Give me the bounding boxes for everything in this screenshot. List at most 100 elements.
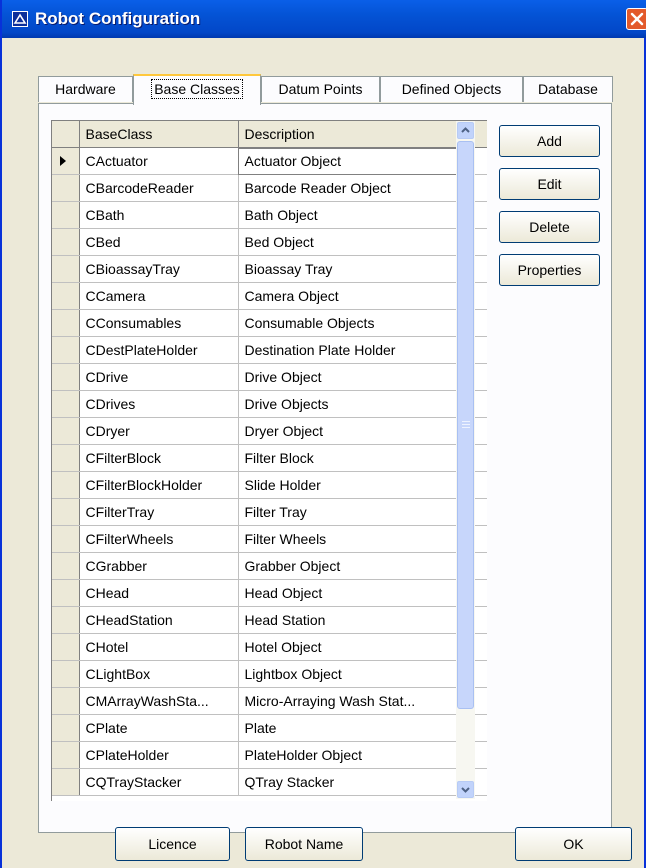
cell-baseclass[interactable]: CDryer [79,417,239,445]
table-row[interactable]: CCamera Camera Object [52,282,487,310]
row-indicator[interactable] [52,525,80,553]
cell-description[interactable]: PlateHolder Object [238,741,458,769]
cell-description[interactable]: Dryer Object [238,417,458,445]
cell-baseclass[interactable]: CFilterBlock [79,444,239,472]
cell-baseclass[interactable]: CFilterTray [79,498,239,526]
cell-description[interactable]: Bioassay Tray [238,255,458,283]
cell-description[interactable]: Hotel Object [238,633,458,661]
cell-description[interactable]: QTray Stacker [238,768,458,796]
row-indicator[interactable] [52,417,80,445]
title-bar[interactable]: Robot Configuration [2,0,646,38]
table-row[interactable]: CGrabber Grabber Object [52,552,487,580]
row-indicator[interactable] [52,390,80,418]
cell-description[interactable]: Micro-Arraying Wash Stat... [238,687,458,715]
row-indicator[interactable] [52,228,80,256]
cell-description[interactable]: Filter Block [238,444,458,472]
cell-baseclass[interactable]: CCamera [79,282,239,310]
row-indicator[interactable] [52,687,80,715]
row-indicator[interactable] [52,471,80,499]
cell-baseclass[interactable]: CFilterWheels [79,525,239,553]
cell-description[interactable]: Filter Wheels [238,525,458,553]
row-indicator[interactable] [52,201,80,229]
row-indicator[interactable] [52,606,80,634]
table-row[interactable]: CDryer Dryer Object [52,417,487,445]
cell-description[interactable]: Filter Tray [238,498,458,526]
cell-baseclass[interactable]: CHotel [79,633,239,661]
column-header-baseclass[interactable]: BaseClass [79,121,239,148]
cell-baseclass[interactable]: CDrives [79,390,239,418]
row-indicator[interactable] [52,741,80,769]
cell-baseclass[interactable]: CFilterBlockHolder [79,471,239,499]
row-indicator[interactable] [52,579,80,607]
cell-baseclass[interactable]: CBed [79,228,239,256]
table-row[interactable]: CHeadStation Head Station [52,606,487,634]
properties-button[interactable]: Properties [499,254,600,286]
row-indicator[interactable] [52,255,80,283]
cell-description[interactable]: Head Object [238,579,458,607]
scroll-up-button[interactable] [457,122,474,139]
cell-baseclass[interactable]: CPlate [79,714,239,742]
table-row[interactable]: CFilterBlock Filter Block [52,444,487,472]
column-header-description[interactable]: Description [238,121,458,148]
table-row[interactable]: CHead Head Object [52,579,487,607]
licence-button[interactable]: Licence [115,827,230,861]
grid-vertical-scrollbar[interactable] [456,121,475,799]
scroll-thumb[interactable] [457,141,474,709]
table-row[interactable]: CBioassayTray Bioassay Tray [52,255,487,283]
cell-description[interactable]: Actuator Object [238,147,458,175]
row-indicator[interactable] [52,336,80,364]
cell-description[interactable]: Plate [238,714,458,742]
tab-hardware[interactable]: Hardware [38,76,133,102]
row-indicator[interactable] [52,282,80,310]
table-row[interactable]: CPlateHolder PlateHolder Object [52,741,487,769]
table-row[interactable]: CDestPlateHolder Destination Plate Holder [52,336,487,364]
table-row[interactable]: CPlate Plate [52,714,487,742]
cell-description[interactable]: Grabber Object [238,552,458,580]
cell-description[interactable]: Lightbox Object [238,660,458,688]
table-row[interactable]: CBarcodeReader Barcode Reader Object [52,174,487,202]
cell-description[interactable]: Slide Holder [238,471,458,499]
add-button[interactable]: Add [499,125,600,157]
cell-baseclass[interactable]: CGrabber [79,552,239,580]
scroll-down-button[interactable] [457,781,474,798]
row-indicator[interactable] [52,309,80,337]
close-button[interactable] [626,8,646,30]
table-row[interactable]: CDrives Drive Objects [52,390,487,418]
cell-baseclass[interactable]: CMArrayWashSta... [79,687,239,715]
table-row[interactable]: CConsumables Consumable Objects [52,309,487,337]
row-indicator[interactable] [52,714,80,742]
cell-baseclass[interactable]: CQTrayStacker [79,768,239,796]
cell-baseclass[interactable]: CPlateHolder [79,741,239,769]
cell-baseclass[interactable]: CBarcodeReader [79,174,239,202]
cell-description[interactable]: Bed Object [238,228,458,256]
table-row[interactable]: CBed Bed Object [52,228,487,256]
row-indicator[interactable] [52,174,80,202]
table-row[interactable]: CFilterWheels Filter Wheels [52,525,487,553]
cell-description[interactable]: Head Station [238,606,458,634]
base-classes-grid[interactable]: BaseClass Description CActuator Actuator … [51,120,487,801]
cell-baseclass[interactable]: CDestPlateHolder [79,336,239,364]
cell-baseclass[interactable]: CBath [79,201,239,229]
delete-button[interactable]: Delete [499,211,600,243]
row-indicator[interactable] [52,147,80,175]
table-row[interactable]: CHotel Hotel Object [52,633,487,661]
table-row[interactable]: CBath Bath Object [52,201,487,229]
cell-baseclass[interactable]: CActuator [79,147,239,175]
tab-datum-points[interactable]: Datum Points [261,76,380,102]
tab-database[interactable]: Database [523,76,613,102]
table-row[interactable]: CMArrayWashSta... Micro-Arraying Wash Sta… [52,687,487,715]
cell-description[interactable]: Camera Object [238,282,458,310]
cell-baseclass[interactable]: CBioassayTray [79,255,239,283]
row-indicator[interactable] [52,660,80,688]
cell-description[interactable]: Consumable Objects [238,309,458,337]
cell-baseclass[interactable]: CDrive [79,363,239,391]
cell-baseclass[interactable]: CConsumables [79,309,239,337]
edit-button[interactable]: Edit [499,168,600,200]
row-indicator[interactable] [52,363,80,391]
cell-baseclass[interactable]: CLightBox [79,660,239,688]
table-row[interactable]: CFilterTray Filter Tray [52,498,487,526]
cell-description[interactable]: Destination Plate Holder [238,336,458,364]
tab-base-classes[interactable]: Base Classes [133,74,261,105]
row-indicator[interactable] [52,768,80,796]
cell-baseclass[interactable]: CHeadStation [79,606,239,634]
